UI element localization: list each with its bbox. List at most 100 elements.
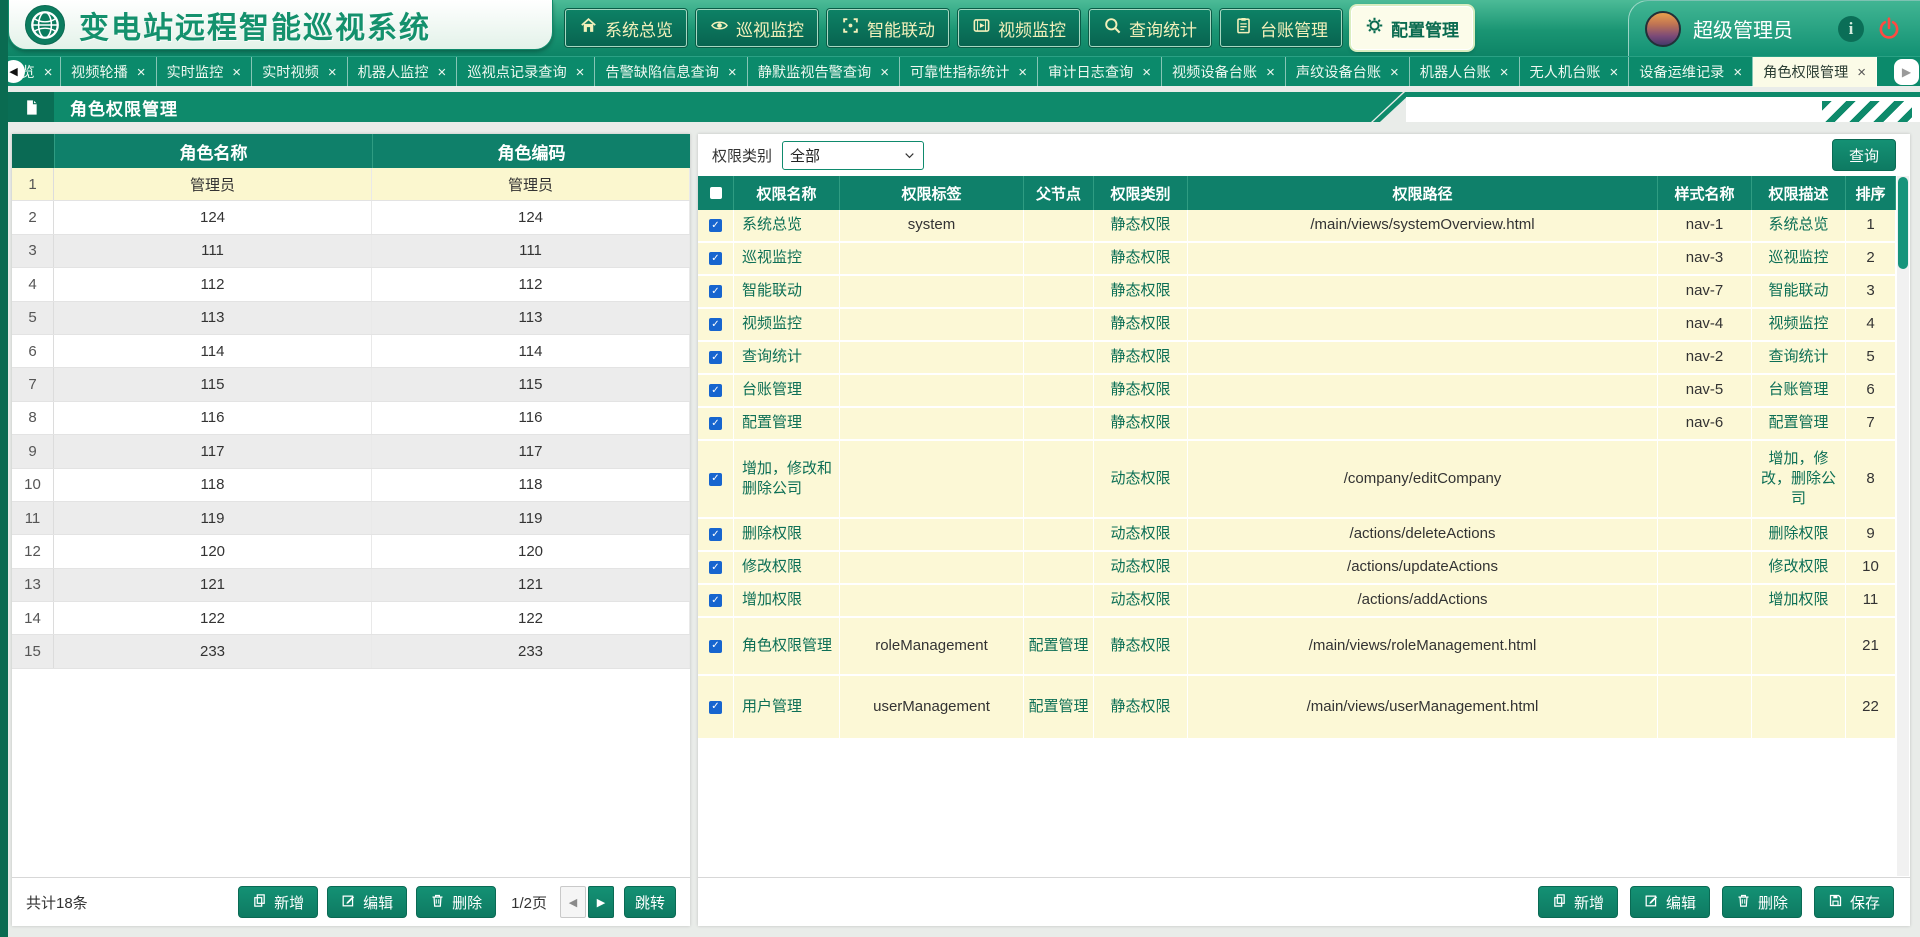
role-table-row[interactable]: 12120120 [12,535,690,568]
tab-close-icon[interactable]: × [1018,65,1027,80]
row-checkbox[interactable]: ✓ [709,285,722,298]
tab-close-icon[interactable]: × [137,65,146,80]
tab-close-icon[interactable]: × [1266,65,1275,80]
row-checkbox[interactable]: ✓ [709,417,722,430]
tab-close-icon[interactable]: × [576,65,585,80]
role-table-row[interactable]: 5113113 [12,302,690,335]
permission-table-row[interactable]: ✓用户管理userManagement配置管理静态权限/main/views/u… [698,676,1896,740]
permission-type-cell: 动态权限 [1094,552,1188,583]
nav-button-6[interactable]: 配置管理 [1351,6,1473,50]
role-table-row[interactable]: 1管理员管理员 [12,168,690,201]
role-table-row[interactable]: 13121121 [12,569,690,602]
permission-table-row[interactable]: ✓台账管理静态权限nav-5台账管理6 [698,375,1896,408]
next-page-button[interactable]: ▶ [588,886,614,918]
tab-close-icon[interactable]: × [1500,65,1509,80]
permission-table-row[interactable]: ✓视频监控静态权限nav-4视频监控4 [698,309,1896,342]
row-checkbox[interactable]: ✓ [709,384,722,397]
table-scrollbar[interactable] [1897,176,1909,876]
role-table-row[interactable]: 7115115 [12,368,690,401]
row-checkbox[interactable]: ✓ [709,640,722,653]
role-table-row[interactable]: 8116116 [12,402,690,435]
tab-13[interactable]: 无人机台账× [1520,57,1630,87]
tab-4[interactable]: 机器人监控× [348,57,458,87]
tab-close-icon[interactable]: × [1609,65,1618,80]
prev-page-button[interactable]: ◀ [560,886,586,918]
tab-close-icon[interactable]: × [1390,65,1399,80]
add-button[interactable]: 新增 [238,886,318,918]
nav-button-0[interactable]: 系统总览 [565,9,687,47]
tab-scroll-right-icon[interactable]: ▶ [1894,59,1919,85]
tab-9[interactable]: 审计日志查询× [1038,57,1162,87]
tab-2[interactable]: 实时监控× [157,57,253,87]
permission-type-cell: 静态权限 [1094,309,1188,340]
permission-table-row[interactable]: ✓删除权限动态权限/actions/deleteActions删除权限9 [698,519,1896,552]
nav-button-1[interactable]: 巡视监控 [696,9,818,47]
select-all-checkbox[interactable] [698,176,734,210]
jump-page-button[interactable]: 跳转 [624,886,676,918]
scrollbar-thumb[interactable] [1898,177,1908,269]
role-table-row[interactable]: 4112112 [12,268,690,301]
nav-button-3[interactable]: 视频监控 [958,9,1080,47]
search-button[interactable]: 查询 [1832,139,1896,171]
avatar[interactable] [1645,11,1681,47]
role-table-row[interactable]: 3111111 [12,235,690,268]
row-checkbox[interactable]: ✓ [709,561,722,574]
nav-button-5[interactable]: 台账管理 [1220,9,1342,47]
role-table-row[interactable]: 10118118 [12,469,690,502]
tab-14[interactable]: 设备运维记录× [1629,57,1753,87]
row-checkbox[interactable]: ✓ [709,594,722,607]
delete-button[interactable]: 删除 [1722,886,1802,918]
row-checkbox[interactable]: ✓ [709,252,722,265]
nav-button-4[interactable]: 查询统计 [1089,9,1211,47]
permission-table-row[interactable]: ✓查询统计静态权限nav-2查询统计5 [698,342,1896,375]
tab-1[interactable]: 视频轮播× [61,57,157,87]
permission-table-row[interactable]: ✓修改权限动态权限/actions/updateActions修改权限10 [698,552,1896,585]
tab-close-icon[interactable]: × [438,65,447,80]
row-checkbox[interactable]: ✓ [709,318,722,331]
save-button[interactable]: 保存 [1814,886,1894,918]
role-table-row[interactable]: 2124124 [12,201,690,234]
tab-10[interactable]: 视频设备台账× [1162,57,1286,87]
permission-type-select[interactable]: 全部 [782,141,924,170]
info-icon[interactable]: i [1838,16,1864,42]
tab-15[interactable]: 角色权限管理× [1753,57,1877,87]
tab-11[interactable]: 声纹设备台账× [1286,57,1410,87]
add-button[interactable]: 新增 [1538,886,1618,918]
permission-table-row[interactable]: ✓配置管理静态权限nav-6配置管理7 [698,408,1896,441]
role-table-row[interactable]: 9117117 [12,435,690,468]
row-checkbox[interactable]: ✓ [709,219,722,232]
tab-close-icon[interactable]: × [1733,65,1742,80]
nav-button-2[interactable]: 智能联动 [827,9,949,47]
tab-7[interactable]: 静默监视告警查询× [748,57,900,87]
permission-table-row[interactable]: ✓巡视监控静态权限nav-3巡视监控2 [698,243,1896,276]
tab-close-icon[interactable]: × [44,65,53,80]
permission-table-row[interactable]: ✓系统总览system静态权限/main/views/systemOvervie… [698,210,1896,243]
tab-8[interactable]: 可靠性指标统计× [900,57,1038,87]
role-table-row[interactable]: 11119119 [12,502,690,535]
permission-table-row[interactable]: ✓增加，修改和删除公司动态权限/company/editCompany增加，修改… [698,441,1896,519]
tab-6[interactable]: 告警缺陷信息查询× [595,57,747,87]
permission-table-row[interactable]: ✓智能联动静态权限nav-7智能联动3 [698,276,1896,309]
role-table-row[interactable]: 14122122 [12,602,690,635]
tab-close-icon[interactable]: × [1857,65,1866,80]
tab-5[interactable]: 巡视点记录查询× [457,57,595,87]
tab-close-icon[interactable]: × [1142,65,1151,80]
edit-button[interactable]: 编辑 [327,886,407,918]
tab-close-icon[interactable]: × [880,65,889,80]
role-table-row[interactable]: 6114114 [12,335,690,368]
permission-table-row[interactable]: ✓角色权限管理roleManagement配置管理静态权限/main/views… [698,618,1896,676]
row-checkbox[interactable]: ✓ [709,528,722,541]
role-table-row[interactable]: 15233233 [12,635,690,668]
row-checkbox[interactable]: ✓ [709,701,722,714]
tab-close-icon[interactable]: × [728,65,737,80]
tab-3[interactable]: 实时视频× [252,57,348,87]
row-checkbox[interactable]: ✓ [709,473,722,486]
edit-button[interactable]: 编辑 [1630,886,1710,918]
tab-12[interactable]: 机器人台账× [1410,57,1520,87]
delete-button[interactable]: 删除 [416,886,496,918]
row-checkbox[interactable]: ✓ [709,351,722,364]
tab-close-icon[interactable]: × [328,65,337,80]
permission-table-row[interactable]: ✓增加权限动态权限/actions/addActions增加权限11 [698,585,1896,618]
logout-power-icon[interactable] [1876,16,1902,42]
tab-close-icon[interactable]: × [232,65,241,80]
